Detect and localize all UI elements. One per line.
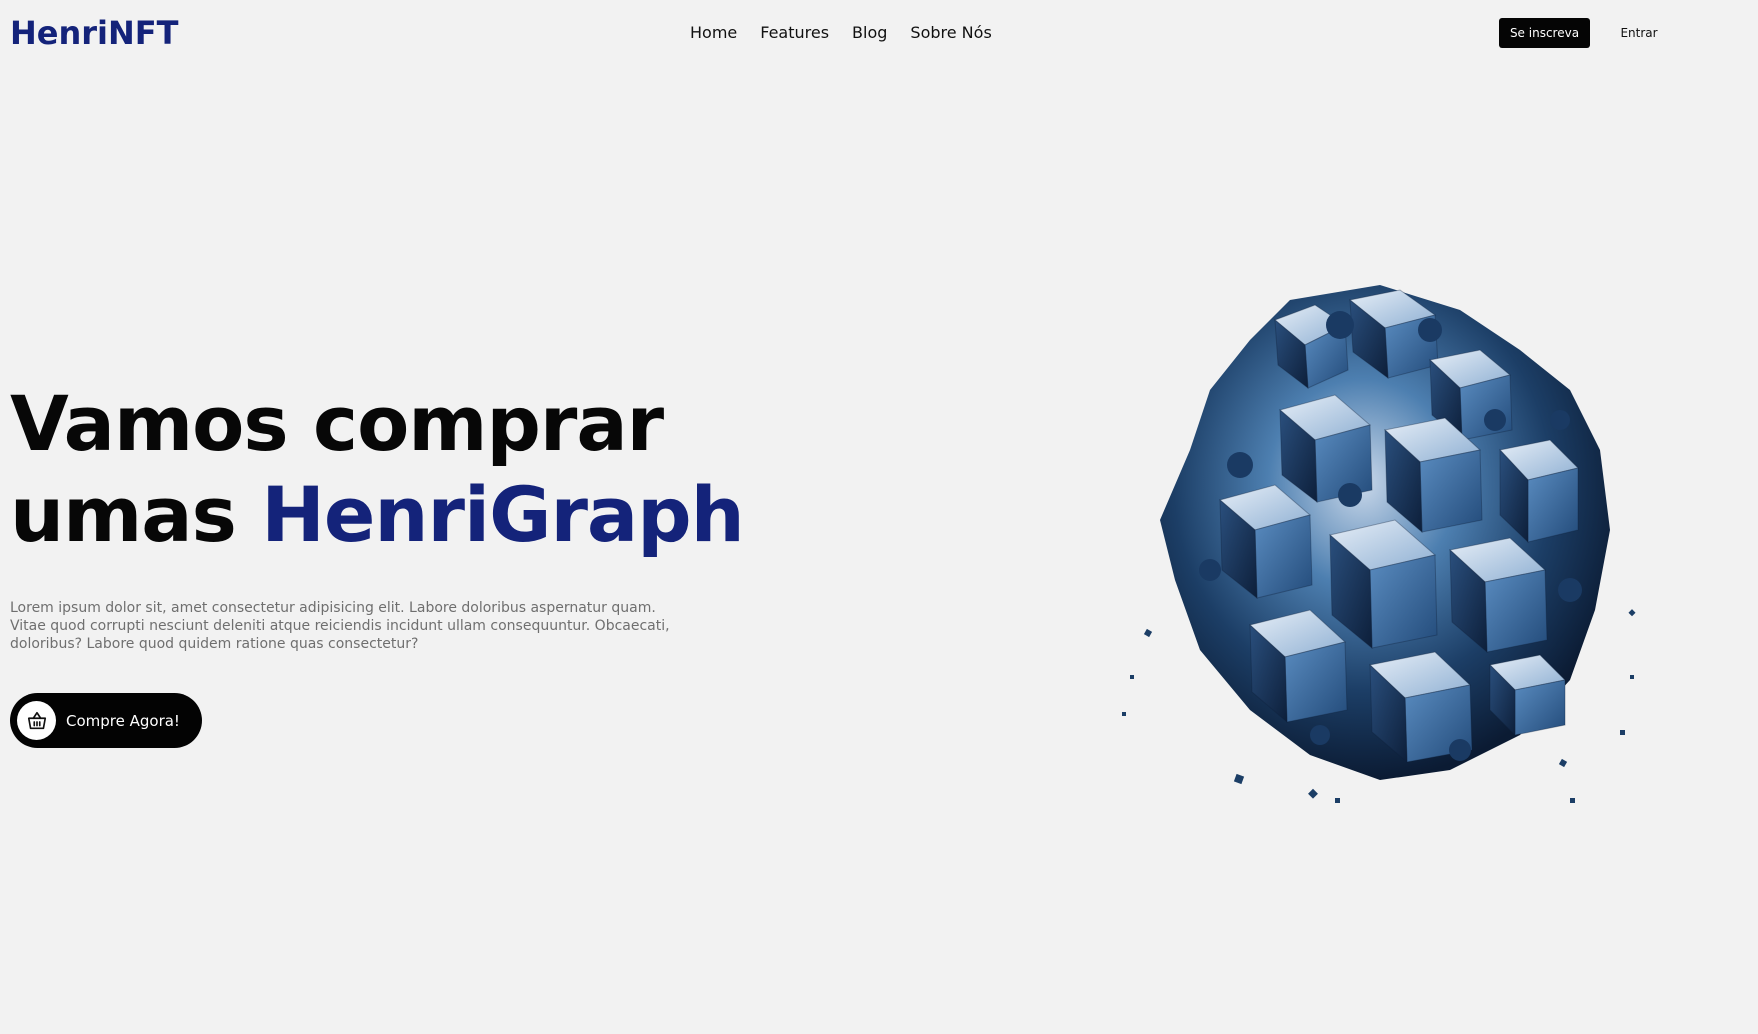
logo[interactable]: HenriNFT <box>10 14 178 52</box>
hero-title-line2-prefix: umas <box>10 470 262 559</box>
main-nav: Home Features Blog Sobre Nós <box>690 22 992 44</box>
page: HenriNFT Home Features Blog Sobre Nós Se… <box>0 0 1758 1034</box>
nav-link-blog[interactable]: Blog <box>852 22 887 44</box>
buy-now-button[interactable]: Compre Agora! <box>10 693 202 748</box>
basket-icon <box>17 701 56 740</box>
hero-nft-artwork <box>1122 285 1636 803</box>
hero-title: Vamos comprar umas HenriGraph <box>10 378 745 560</box>
hero-title-line1: Vamos comprar <box>10 379 664 468</box>
login-button[interactable]: Entrar <box>1606 18 1672 48</box>
nav-link-features[interactable]: Features <box>760 22 829 44</box>
nav-link-home[interactable]: Home <box>690 22 737 44</box>
buy-now-label: Compre Agora! <box>66 711 180 730</box>
hero-title-accent: HenriGraph <box>261 470 744 559</box>
nav-link-sobre-nos[interactable]: Sobre Nós <box>910 22 991 44</box>
hero-description: Lorem ipsum dolor sit, amet consectetur … <box>10 600 670 652</box>
signup-button[interactable]: Se inscreva <box>1499 18 1590 48</box>
